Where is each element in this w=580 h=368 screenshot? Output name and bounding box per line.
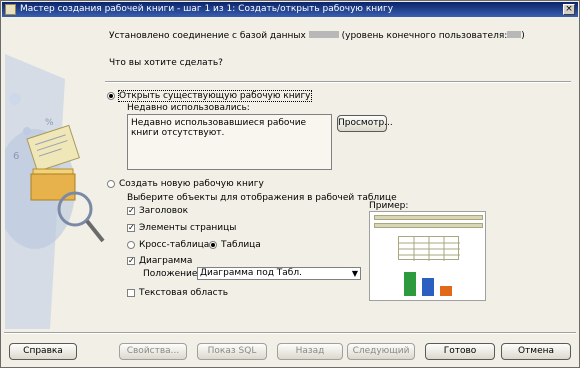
connection-info-prefix: Установлено соединение с базой данных (109, 31, 306, 41)
back-button[interactable]: Назад (277, 343, 343, 360)
separator (105, 81, 571, 83)
browse-button[interactable]: Просмотр... (337, 115, 393, 132)
connection-info: Установлено соединение с базой данных (у… (109, 31, 525, 41)
create-new-label[interactable]: Создать новую рабочую книгу (119, 179, 264, 189)
chart-label[interactable]: Диаграмма (139, 256, 192, 266)
preview-bar-1 (404, 272, 416, 296)
recent-workbooks-list[interactable]: Недавно использовавшиеся рабочие книги о… (127, 114, 332, 170)
title-checkbox-label[interactable]: Заголовок (139, 206, 188, 216)
question-label: Что вы хотите сделать? (109, 58, 223, 68)
next-button[interactable]: Следующий (347, 343, 415, 360)
title-checkbox[interactable]: ✓ (127, 207, 135, 215)
cancel-button[interactable]: Отмена (501, 343, 571, 360)
preview-title-bar (374, 215, 483, 220)
position-label: Положение: (143, 269, 201, 279)
finish-button[interactable]: Готово (425, 343, 495, 360)
recent-empty-text: Недавно использовавшиеся рабочие книги о… (131, 118, 307, 138)
wizard-content: Установлено соединение с базой данных (у… (105, 19, 575, 329)
chart-checkbox[interactable]: ✓ (127, 257, 135, 265)
footer-separator (4, 332, 576, 334)
chevron-down-icon[interactable]: ▼ (352, 269, 358, 278)
connection-info-end: ) (521, 31, 525, 41)
text-area-label[interactable]: Текстовая область (139, 288, 228, 298)
crosstab-label[interactable]: Кросс-таблица (139, 240, 209, 250)
page-items-checkbox[interactable]: ✓ (127, 224, 135, 232)
chart-position-select[interactable]: Диаграмма под Табл. ▼ (197, 267, 361, 280)
table-radio[interactable] (209, 241, 217, 249)
preview-table (398, 236, 460, 261)
preview-bar-3 (440, 286, 452, 296)
objects-label: Выберите объекты для отображения в рабоч… (127, 193, 397, 203)
crosstab-radio[interactable] (127, 241, 135, 249)
recent-label: Недавно использовались: (127, 103, 250, 113)
connection-info-suffix: (уровень конечного пользователя: (341, 31, 508, 41)
text-area-checkbox[interactable] (127, 289, 135, 297)
page-items-label[interactable]: Элементы страницы (139, 223, 236, 233)
preview-label: Пример: (369, 201, 409, 211)
svg-text:%: % (45, 118, 54, 128)
title-bar[interactable]: Мастер создания рабочей книги - шаг 1 из… (2, 2, 578, 17)
workbook-wizard-window: Мастер создания рабочей книги - шаг 1 из… (0, 0, 580, 368)
svg-text:6: 6 (13, 151, 19, 162)
help-button[interactable]: Справка (9, 343, 77, 360)
preview-chart (404, 272, 452, 296)
show-sql-button[interactable]: Показ SQL (197, 343, 267, 360)
layout-preview (369, 211, 486, 301)
table-label[interactable]: Таблица (221, 240, 261, 250)
create-new-radio[interactable] (107, 180, 115, 188)
close-button[interactable]: × (563, 4, 575, 15)
properties-button[interactable]: Свойства... (119, 343, 187, 360)
wizard-illustration: 6 % (5, 19, 105, 329)
redacted-user (507, 31, 522, 38)
window-title: Мастер создания рабочей книги - шаг 1 из… (20, 4, 394, 14)
preview-page-items (374, 223, 483, 228)
open-existing-label[interactable]: Открыть существующую рабочую книгу (118, 90, 312, 102)
preview-bar-2 (422, 278, 434, 296)
redacted-database (308, 31, 339, 38)
app-icon (5, 4, 16, 15)
chart-position-value: Диаграмма под Табл. (200, 268, 302, 278)
open-existing-radio[interactable] (107, 92, 115, 100)
